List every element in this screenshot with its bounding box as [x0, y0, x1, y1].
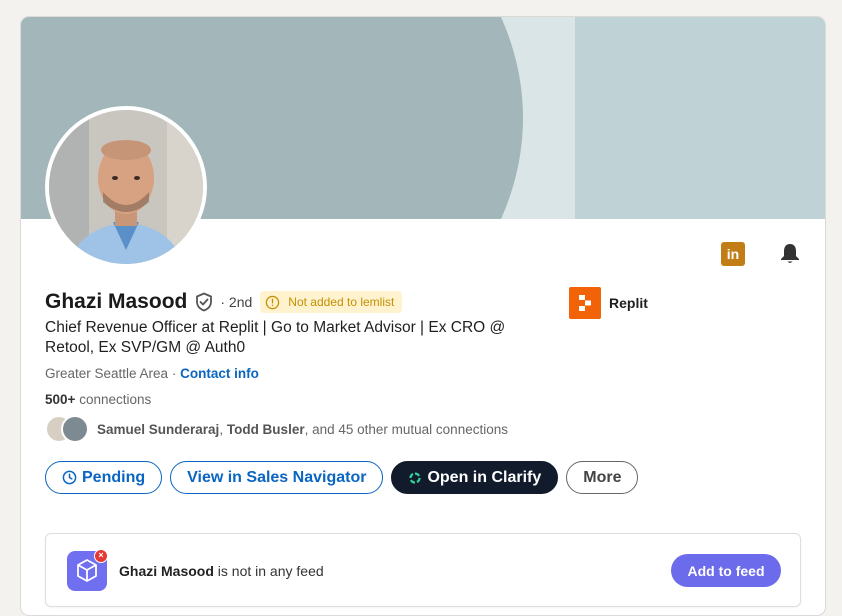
more-label: More	[583, 468, 622, 486]
more-button[interactable]: More	[566, 461, 639, 494]
pending-button[interactable]: Pending	[45, 461, 163, 494]
open-in-clarify-label: Open in Clarify	[427, 468, 542, 486]
connections-count[interactable]: 500+ connections	[45, 392, 151, 407]
location: Greater Seattle Area	[45, 366, 169, 381]
connections-label: connections	[79, 392, 152, 407]
feed-status-text: Ghazi Masood is not in any feed	[119, 563, 324, 579]
profile-avatar[interactable]	[45, 106, 207, 268]
info-circle-icon	[266, 295, 280, 309]
mutual-name-1: Samuel Sunderaraj	[97, 421, 220, 437]
mutual-avatar	[61, 415, 89, 443]
add-to-feed-button[interactable]: Add to feed	[671, 554, 781, 587]
mutual-rest: , and 45 other mutual connections	[304, 421, 508, 437]
profile-card: in Ghazi Masood · 2nd Not added to lemli…	[20, 16, 826, 616]
feed-contact-name: Ghazi Masood	[119, 563, 214, 579]
contact-info-link[interactable]: Contact info	[180, 366, 259, 381]
linkedin-icon[interactable]: in	[721, 242, 745, 266]
shield-check-icon[interactable]	[194, 292, 214, 312]
bell-icon[interactable]	[778, 242, 802, 266]
profile-name-row: Ghazi Masood · 2nd Not added to lemlist	[45, 287, 403, 317]
feed-status-box: × Ghazi Masood is not in any feed Add to…	[45, 533, 801, 607]
sales-navigator-button[interactable]: View in Sales Navigator	[170, 461, 384, 494]
close-icon: ×	[94, 549, 108, 563]
mutual-connections[interactable]: Samuel Sunderaraj, Todd Busler, and 45 o…	[45, 415, 508, 443]
profile-headline: Chief Revenue Officer at Replit | Go to …	[45, 319, 506, 356]
lemlist-status-badge[interactable]: Not added to lemlist	[260, 291, 403, 313]
connections-number: 500+	[45, 392, 76, 407]
replit-logo-icon	[569, 287, 601, 319]
location-row: Greater Seattle Area · Contact info	[45, 366, 259, 381]
separator: ·	[171, 366, 177, 381]
clarify-logo-icon	[409, 471, 422, 484]
mutual-name-2: Todd Busler	[226, 421, 305, 437]
profile-name: Ghazi Masood	[45, 290, 188, 313]
profile-photo	[49, 110, 203, 264]
current-company[interactable]: Replit	[569, 287, 648, 319]
pending-label: Pending	[82, 468, 146, 486]
clock-icon	[62, 470, 77, 485]
lemlist-status-label: Not added to lemlist	[288, 295, 395, 309]
connection-degree: · 2nd	[220, 294, 253, 310]
sales-navigator-label: View in Sales Navigator	[187, 468, 367, 486]
company-name: Replit	[609, 295, 648, 311]
feed-message: is not in any feed	[217, 563, 324, 579]
profile-actions: Pending View in Sales Navigator Open in …	[45, 461, 639, 494]
open-in-clarify-button[interactable]: Open in Clarify	[391, 461, 559, 494]
